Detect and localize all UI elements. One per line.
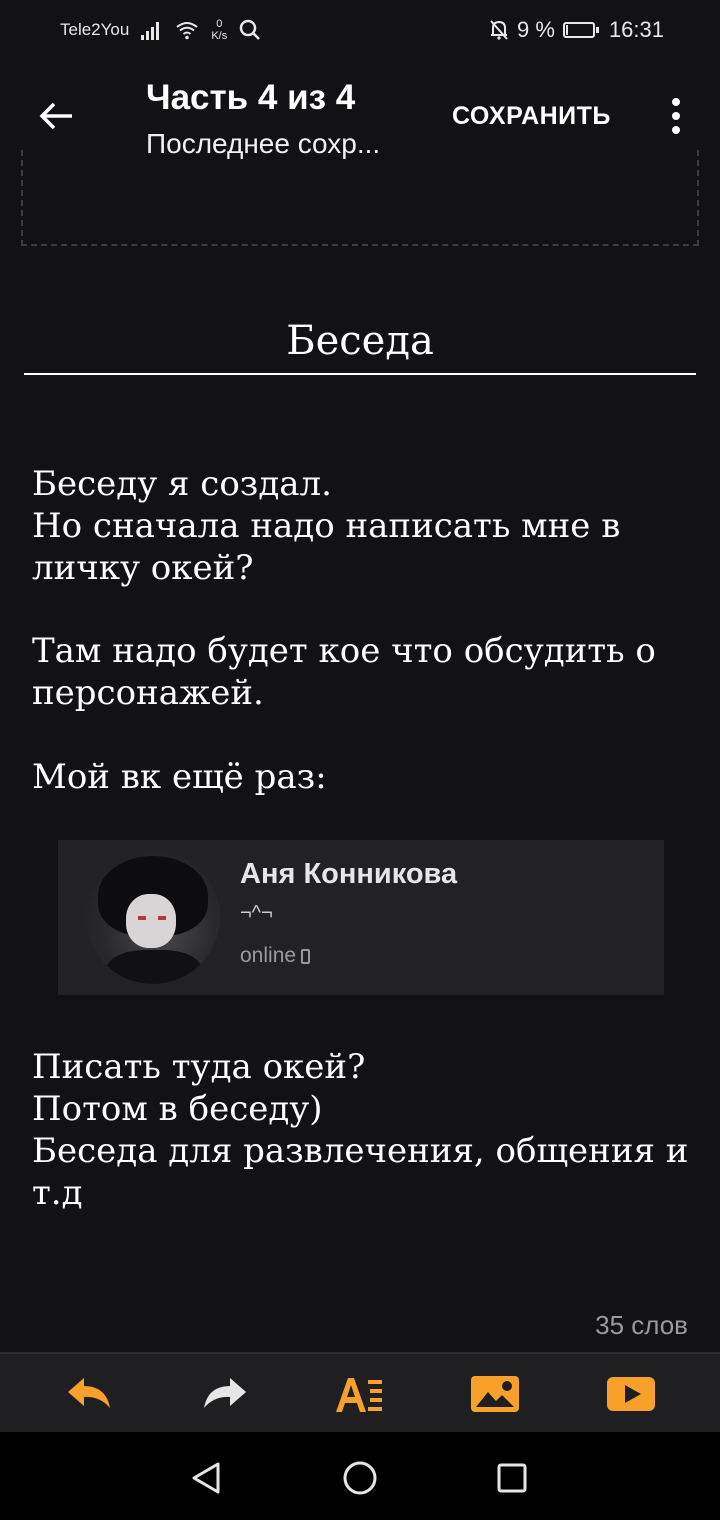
text-line: Писать туда окей?: [32, 1047, 366, 1087]
avatar: [86, 850, 220, 984]
signal-icon: [141, 20, 163, 40]
online-indicator: online: [240, 944, 311, 968]
text-line: Но сначала надо написать мне в: [32, 506, 621, 546]
text-line: Мой вк ещё раз:: [32, 757, 327, 797]
status-right: 9 % 16:31: [489, 17, 664, 43]
text-line: Беседа для развлечения, общения и: [32, 1131, 689, 1171]
nav-recents-icon[interactable]: [494, 1460, 530, 1496]
redo-icon[interactable]: [200, 1372, 250, 1416]
profile-status: ¬^¬: [240, 902, 273, 924]
page-title: Часть 4 из 4: [146, 78, 356, 117]
speed-unit: K/s: [211, 30, 228, 42]
text-line: т.д: [32, 1173, 83, 1213]
text-line: Там надо будет кое что обсудить о: [32, 631, 656, 671]
heading-divider: [24, 373, 696, 375]
insert-image-icon[interactable]: [470, 1372, 520, 1416]
clock: 16:31: [608, 17, 664, 42]
search-icon: [239, 19, 261, 40]
paragraph-2[interactable]: Там надо будет кое что обсудить о персон…: [32, 630, 692, 714]
title-block: Часть 4 из 4 Последнее сохр...: [146, 78, 416, 160]
back-arrow-icon[interactable]: [36, 96, 76, 136]
text-line: личку окей?: [32, 548, 254, 588]
editor-toolbar: [0, 1352, 720, 1432]
text-line: Беседу я создал.: [32, 464, 332, 504]
online-label: online: [240, 944, 297, 967]
status-left: Tele2You 0 K/s: [60, 18, 261, 42]
profile-card-image[interactable]: Аня Конникова ¬^¬ online: [58, 840, 664, 995]
save-button[interactable]: СОХРАНИТЬ: [452, 102, 611, 131]
battery-percent: 9 %: [517, 17, 555, 42]
paragraph-4[interactable]: Писать туда окей? Потом в беседу) Беседа…: [32, 1046, 692, 1214]
battery-icon: [562, 22, 599, 38]
text-line: Потом в беседу): [32, 1089, 323, 1129]
carrier-name: Tele2You: [60, 20, 130, 39]
section-heading[interactable]: Беседа: [24, 318, 696, 364]
speed-value: 0: [216, 18, 223, 30]
wifi-icon: [176, 22, 198, 40]
mobile-phone-icon: [301, 948, 311, 964]
word-count: 35 слов: [595, 1310, 688, 1340]
paragraph-3[interactable]: Мой вк ещё раз:: [32, 756, 692, 798]
status-bar: Tele2You 0 K/s 9 % 16:31: [0, 0, 720, 64]
text-format-icon[interactable]: [334, 1372, 384, 1416]
undo-icon[interactable]: [64, 1372, 114, 1416]
text-line: персонажей.: [32, 673, 264, 713]
profile-name: Аня Конникова: [240, 858, 458, 890]
notifications-off-icon: [490, 20, 508, 40]
nav-back-icon[interactable]: [188, 1460, 224, 1496]
system-nav-bar: [0, 1432, 720, 1520]
network-speed: 0 K/s: [211, 18, 227, 42]
nav-home-icon[interactable]: [342, 1460, 378, 1496]
more-options-icon[interactable]: [664, 98, 688, 134]
media-placeholder[interactable]: [21, 150, 699, 246]
insert-video-icon[interactable]: [606, 1372, 656, 1416]
paragraph-1[interactable]: Беседу я создал. Но сначала надо написат…: [32, 463, 692, 589]
